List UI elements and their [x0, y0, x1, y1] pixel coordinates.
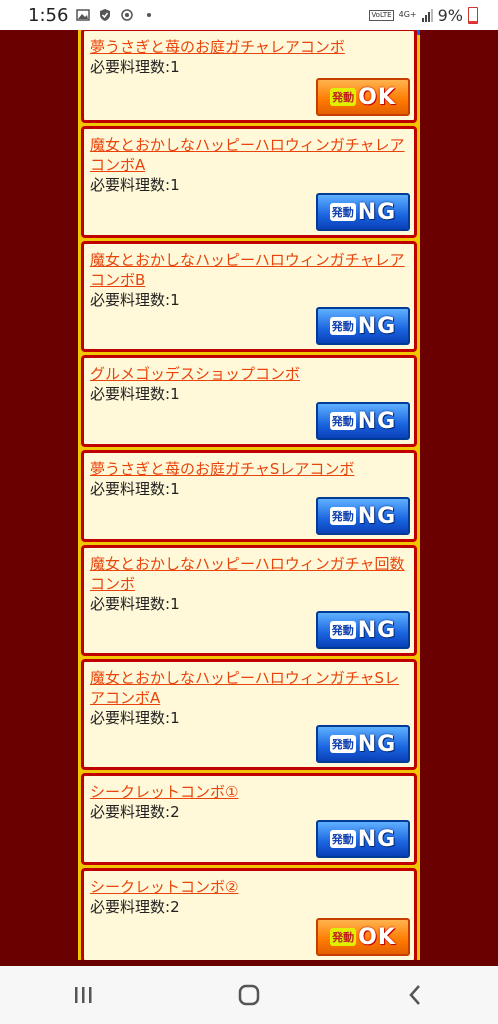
activation-status-badge: 発動 NG [316, 307, 410, 345]
home-button[interactable] [219, 975, 279, 1015]
badge-activate-label: 発動 [330, 88, 357, 106]
activation-status-badge: 発動 NG [316, 193, 410, 231]
badge-status-text: NG [357, 313, 397, 339]
activation-status-badge: 発動 NG [316, 820, 410, 858]
requirement-value: 2 [170, 803, 180, 821]
combo-title-link[interactable]: 夢うさぎと苺のお庭ガチャレアコンボ [90, 37, 410, 57]
activation-status-badge: 発動 NG [316, 725, 410, 763]
requirement-value: 2 [170, 898, 180, 916]
dot-icon [147, 13, 152, 17]
battery-percent: 9% [437, 5, 463, 25]
combo-requirement: 必要料理数:2 [90, 802, 410, 822]
requirement-value: 1 [170, 595, 180, 613]
badge-activate-label: 発動 [329, 203, 356, 221]
requirement-value: 1 [170, 480, 180, 498]
badge-status-text: NG [357, 503, 397, 529]
combo-requirement: 必要料理数:1 [90, 479, 410, 499]
shield-icon [100, 9, 111, 21]
combo-card: 魔女とおかしなハッピーハロウィンガチャレアコンボA 必要料理数:1 発動 NG [81, 126, 417, 238]
combo-title-link[interactable]: 魔女とおかしなハッピーハロウィンガチャレアコンボB [90, 250, 410, 290]
badge-status-text: NG [357, 408, 397, 434]
combo-list-panel[interactable]: 夢うさぎと苺のお庭ガチャレアコンボ 必要料理数:1 発動 OK 魔女とおかしなハッ… [78, 30, 420, 960]
activation-status-badge: 発動 OK [316, 78, 410, 116]
combo-card: シークレットコンボ① 必要料理数:2 発動 NG [81, 773, 417, 865]
badge-status-text: NG [357, 826, 397, 852]
combo-card: 夢うさぎと苺のお庭ガチャSレアコンボ 必要料理数:1 発動 NG [81, 450, 417, 542]
activation-status-badge: 発動 NG [316, 402, 410, 440]
combo-title-link[interactable]: グルメゴッデスショップコンボ [90, 364, 410, 384]
battery-icon [468, 6, 478, 24]
combo-title-link[interactable]: シークレットコンボ② [90, 877, 410, 897]
badge-status-text: OK [358, 84, 396, 110]
volte-indicator: VoLTE [369, 9, 394, 21]
requirement-label: 必要料理数: [90, 480, 171, 498]
badge-status-text: NG [357, 731, 397, 757]
activation-status-badge: 発動 NG [316, 611, 410, 649]
requirement-value: 1 [170, 58, 180, 76]
badge-activate-label: 発動 [329, 621, 356, 639]
combo-card: 魔女とおかしなハッピーハロウィンガチャSレアコンボA 必要料理数:1 発動 NG [81, 659, 417, 770]
combo-title-link[interactable]: 夢うさぎと苺のお庭ガチャSレアコンボ [90, 459, 410, 479]
badge-activate-label: 発動 [330, 928, 357, 946]
gallery-icon [76, 9, 91, 21]
badge-status-text: NG [357, 617, 397, 643]
activation-status-badge: 発動 OK [316, 918, 410, 956]
back-button[interactable] [385, 975, 445, 1015]
requirement-label: 必要料理数: [90, 385, 171, 403]
requirement-label: 必要料理数: [90, 898, 171, 916]
combo-card: 魔女とおかしなハッピーハロウィンガチャ回数コンボ 必要料理数:1 発動 NG [81, 545, 417, 656]
requirement-label: 必要料理数: [90, 803, 171, 821]
combo-requirement: 必要料理数:1 [90, 175, 410, 195]
combo-requirement: 必要料理数:2 [90, 897, 410, 917]
system-nav-bar [0, 966, 498, 1024]
requirement-value: 1 [170, 291, 180, 309]
combo-requirement: 必要料理数:1 [90, 57, 410, 77]
combo-title-link[interactable]: 魔女とおかしなハッピーハロウィンガチャSレアコンボA [90, 668, 410, 708]
combo-card: 魔女とおかしなハッピーハロウィンガチャレアコンボB 必要料理数:1 発動 NG [81, 241, 417, 352]
requirement-label: 必要料理数: [90, 595, 171, 613]
home-icon [238, 984, 260, 1006]
requirement-value: 1 [170, 176, 180, 194]
requirement-label: 必要料理数: [90, 58, 171, 76]
requirement-label: 必要料理数: [90, 176, 171, 194]
requirement-label: 必要料理数: [90, 709, 171, 727]
requirement-value: 1 [170, 709, 180, 727]
network-type: 4G+ [398, 10, 417, 19]
combo-title-link[interactable]: 魔女とおかしなハッピーハロウィンガチャレアコンボA [90, 135, 410, 175]
combo-card: グルメゴッデスショップコンボ 必要料理数:1 発動 NG [81, 355, 417, 447]
combo-requirement: 必要料理数:1 [90, 384, 410, 404]
badge-status-text: NG [357, 199, 397, 225]
badge-activate-label: 発動 [329, 735, 356, 753]
badge-activate-label: 発動 [329, 317, 356, 335]
sync-icon [121, 9, 134, 21]
badge-activate-label: 発動 [329, 412, 356, 430]
combo-card: 夢うさぎと苺のお庭ガチャレアコンボ 必要料理数:1 発動 OK [81, 30, 417, 123]
status-time: 1:56 [28, 4, 69, 26]
badge-activate-label: 発動 [329, 830, 356, 848]
combo-list: 夢うさぎと苺のお庭ガチャレアコンボ 必要料理数:1 発動 OK 魔女とおかしなハッ… [81, 30, 417, 960]
combo-title-link[interactable]: 魔女とおかしなハッピーハロウィンガチャ回数コンボ [90, 554, 410, 594]
requirement-value: 1 [170, 385, 180, 403]
badge-activate-label: 発動 [329, 507, 356, 525]
status-bar: 1:56 VoLTE 4G+ 9% [0, 0, 498, 30]
back-icon [409, 985, 420, 1005]
requirement-label: 必要料理数: [90, 291, 171, 309]
combo-card: シークレットコンボ② 必要料理数:2 発動 OK [81, 868, 417, 960]
recents-button[interactable] [53, 975, 113, 1015]
signal-icon [421, 8, 433, 22]
badge-status-text: OK [358, 924, 396, 950]
activation-status-badge: 発動 NG [316, 497, 410, 535]
combo-title-link[interactable]: シークレットコンボ① [90, 782, 410, 802]
recents-icon [75, 987, 92, 1003]
